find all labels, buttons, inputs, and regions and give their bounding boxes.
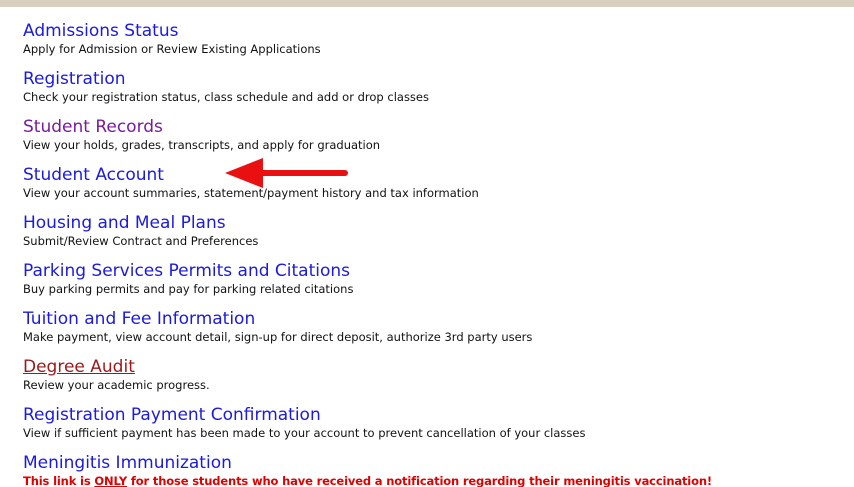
menu-item-housing-and-meal-plans: Housing and Meal Plans Submit/Review Con… (23, 213, 853, 261)
registration-payment-confirmation-description: View if sufficient payment has been made… (23, 426, 586, 440)
menu-item-meningitis-immunization: Meningitis Immunization This link is ONL… (23, 453, 853, 487)
admissions-status-link[interactable]: Admissions Status (23, 21, 853, 42)
services-menu: Admissions Status Apply for Admission or… (23, 21, 853, 487)
degree-audit-description: Review your academic progress. (23, 378, 210, 392)
menu-item-parking-services: Parking Services Permits and Citations B… (23, 261, 853, 309)
student-records-link[interactable]: Student Records (23, 117, 853, 138)
menu-item-degree-audit: Degree Audit Review your academic progre… (23, 357, 853, 405)
housing-and-meal-plans-description: Submit/Review Contract and Preferences (23, 234, 259, 248)
housing-and-meal-plans-link[interactable]: Housing and Meal Plans (23, 213, 853, 234)
menu-item-admissions-status: Admissions Status Apply for Admission or… (23, 21, 853, 69)
tuition-and-fee-link[interactable]: Tuition and Fee Information (23, 309, 853, 330)
menu-item-registration-payment-confirmation: Registration Payment Confirmation View i… (23, 405, 853, 453)
degree-audit-link[interactable]: Degree Audit (23, 357, 853, 378)
meningitis-warning: This link is ONLY for those students who… (23, 474, 853, 487)
parking-services-link[interactable]: Parking Services Permits and Citations (23, 261, 853, 282)
tuition-and-fee-description: Make payment, view account detail, sign-… (23, 330, 533, 344)
warning-emphasis: ONLY (94, 474, 128, 487)
registration-payment-confirmation-link[interactable]: Registration Payment Confirmation (23, 405, 853, 426)
student-account-link[interactable]: Student Account (23, 165, 853, 186)
registration-link[interactable]: Registration (23, 69, 853, 90)
student-records-description: View your holds, grades, transcripts, an… (23, 138, 381, 152)
meningitis-immunization-link[interactable]: Meningitis Immunization (23, 453, 853, 474)
menu-item-student-records: Student Records View your holds, grades,… (23, 117, 853, 165)
student-account-description: View your account summaries, statement/p… (23, 186, 479, 200)
menu-item-student-account: Student Account View your account summar… (23, 165, 853, 213)
warning-text-end: for those students who have received a n… (127, 474, 712, 487)
top-bar (0, 0, 854, 7)
menu-item-registration: Registration Check your registration sta… (23, 69, 853, 117)
warning-text-start: This link is (23, 474, 95, 487)
parking-services-description: Buy parking permits and pay for parking … (23, 282, 354, 296)
menu-item-tuition-and-fee: Tuition and Fee Information Make payment… (23, 309, 853, 357)
admissions-status-description: Apply for Admission or Review Existing A… (23, 42, 321, 56)
registration-description: Check your registration status, class sc… (23, 90, 429, 104)
red-arrow-icon (225, 158, 348, 188)
